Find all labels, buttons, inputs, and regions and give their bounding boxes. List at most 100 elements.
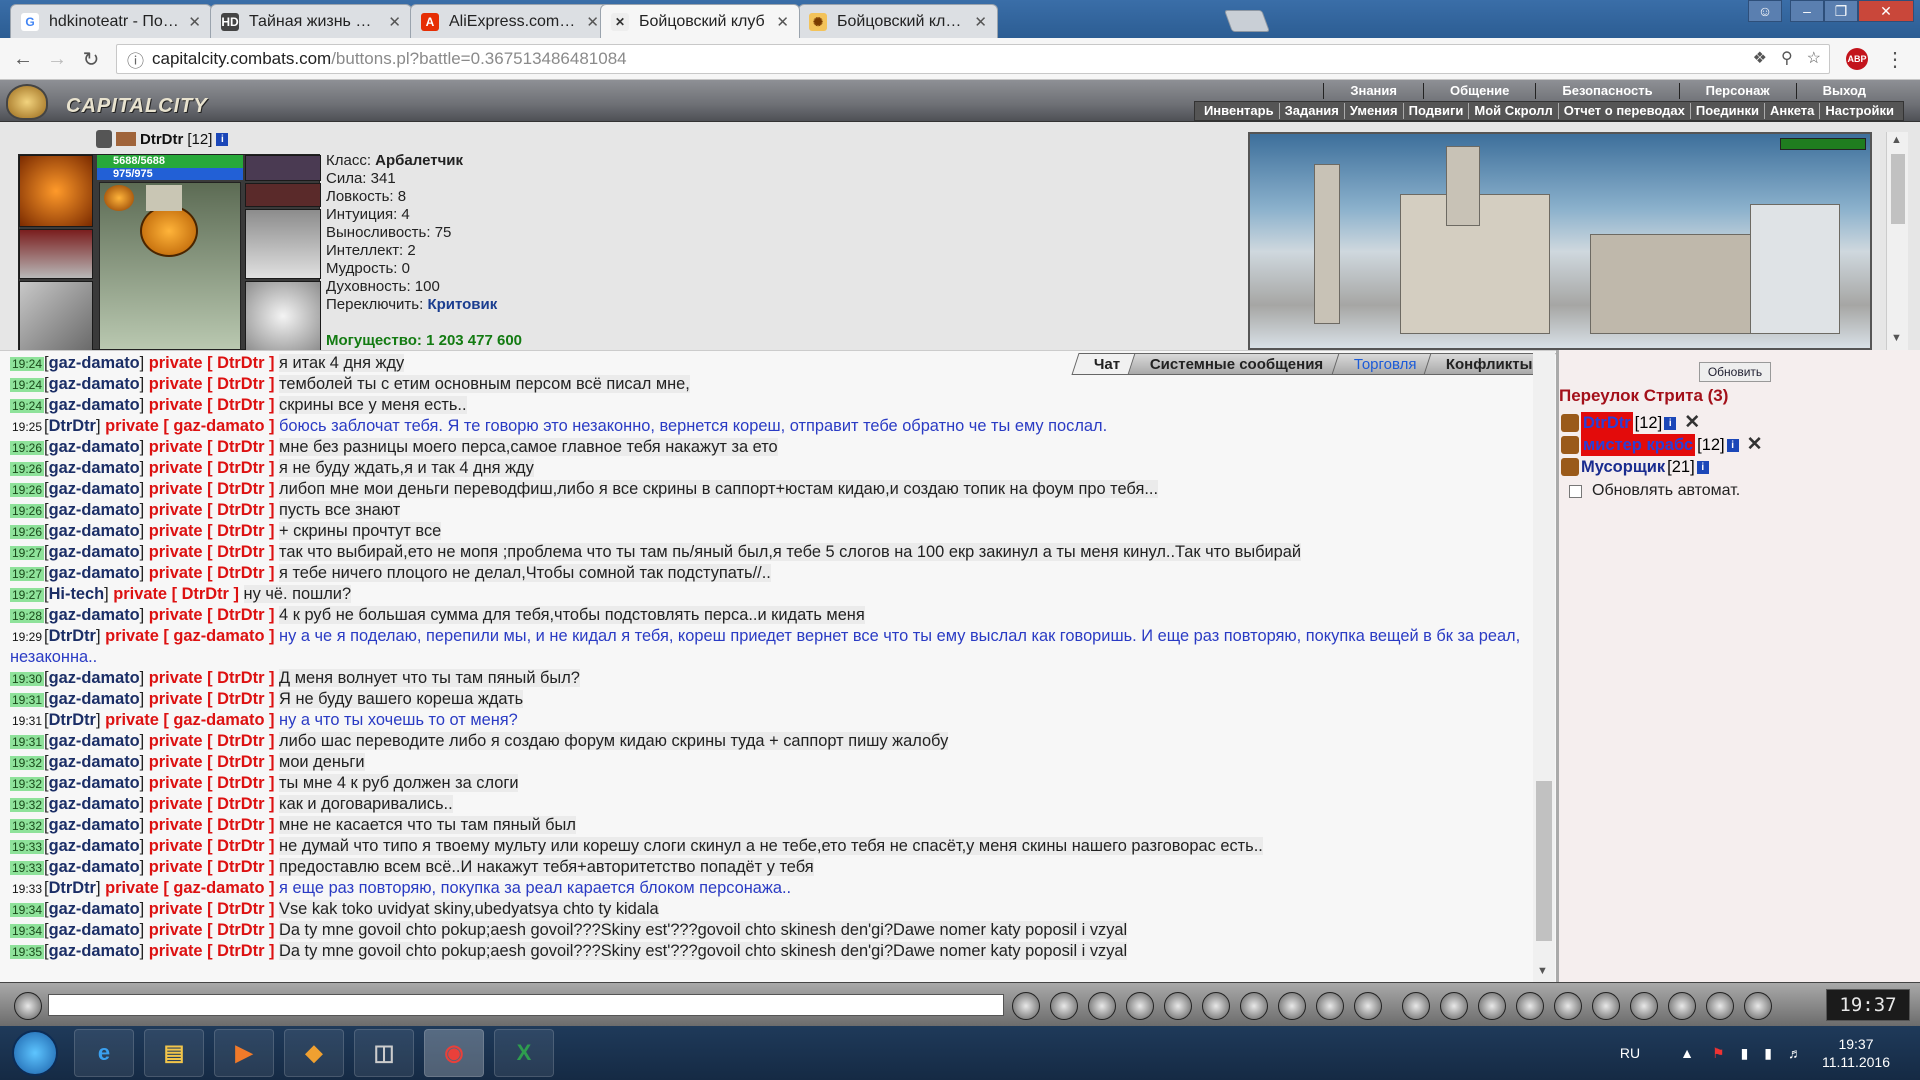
sender-name[interactable]: gaz-damato [49, 354, 140, 372]
sender-name[interactable]: gaz-damato [49, 900, 140, 918]
heal-icon[interactable] [1402, 992, 1430, 1020]
sound-icon[interactable] [1240, 992, 1268, 1020]
switch-build-link[interactable]: Критовик [427, 296, 497, 313]
sender-name[interactable]: gaz-damato [49, 564, 140, 582]
sender-name[interactable]: gaz-damato [49, 480, 140, 498]
tab-close-icon[interactable]: ✕ [776, 13, 789, 31]
recipient-name[interactable]: [ DtrDtr ] [203, 858, 280, 876]
recipient-name[interactable]: [ DtrDtr ] [203, 816, 280, 834]
trade-icon[interactable] [1088, 992, 1116, 1020]
recipient-name[interactable]: [ DtrDtr ] [203, 900, 280, 918]
submenu-item[interactable]: Поединки [1689, 103, 1764, 119]
network-icon[interactable]: ▮ [1764, 1045, 1772, 1062]
chat-input[interactable] [48, 994, 1004, 1016]
recipient-name[interactable]: [ DtrDtr ] [203, 354, 280, 372]
fight-icon[interactable] [1164, 992, 1192, 1020]
info-icon[interactable]: i [1696, 460, 1709, 474]
game-launcher-icon[interactable]: ◆ [284, 1029, 344, 1077]
submenu-item[interactable]: Подвиги [1402, 103, 1469, 119]
abilities-icon[interactable] [1202, 992, 1230, 1020]
sender-name[interactable]: gaz-damato [49, 543, 140, 561]
excel-icon[interactable]: X [494, 1029, 554, 1077]
chat-tab[interactable]: Системные сообщения [1127, 353, 1347, 375]
sender-name[interactable]: gaz-damato [49, 837, 140, 855]
tab-close-icon[interactable]: ✕ [388, 13, 401, 31]
menu-item[interactable]: Общение [1422, 83, 1535, 99]
submenu-item[interactable]: Умения [1343, 103, 1403, 119]
extension-icon[interactable]: ❖ [1753, 48, 1767, 68]
bottle-icon[interactable] [1440, 992, 1468, 1020]
submenu-item[interactable]: Мой Скролл [1468, 103, 1557, 119]
player-name[interactable]: мистер крабс [1581, 434, 1696, 456]
menu-item[interactable]: Выход [1795, 83, 1892, 99]
sender-name[interactable]: gaz-damato [49, 669, 140, 687]
browser-tab[interactable]: Ghdkinoteatr - Поиск в Google ✕ [10, 4, 212, 38]
submenu-item[interactable]: Анкета [1764, 103, 1819, 119]
close-icon[interactable]: ✕ [1684, 412, 1700, 434]
sender-name[interactable]: gaz-damato [49, 816, 140, 834]
chat-bubble-icon[interactable] [1706, 992, 1734, 1020]
recipient-name[interactable]: [ DtrDtr ] [203, 375, 280, 393]
recipient-name[interactable]: [ DtrDtr ] [203, 438, 280, 456]
bookmark-star-icon[interactable]: ☆ [1807, 48, 1821, 68]
sender-name[interactable]: DtrDtr [49, 879, 96, 897]
ball-icon[interactable] [1592, 992, 1620, 1020]
sender-name[interactable]: gaz-damato [49, 690, 140, 708]
adblock-icon[interactable]: ABP [1846, 48, 1868, 70]
sender-name[interactable]: gaz-damato [49, 606, 140, 624]
new-tab-button[interactable] [1223, 10, 1271, 32]
sender-name[interactable]: gaz-damato [49, 501, 140, 519]
bracers-slot[interactable] [19, 229, 93, 279]
close-window-button[interactable]: ✕ [1858, 0, 1914, 22]
mask-icon[interactable] [1316, 992, 1344, 1020]
sender-name[interactable]: gaz-damato [49, 459, 140, 477]
gloves-slot[interactable] [245, 209, 321, 279]
submenu-item[interactable]: Инвентарь [1199, 103, 1279, 119]
scroll-down-icon[interactable]: ▼ [1891, 332, 1902, 344]
submenu-item[interactable]: Настройки [1819, 103, 1899, 119]
language-indicator[interactable]: RU [1620, 1045, 1640, 1061]
settings-icon[interactable] [1554, 992, 1582, 1020]
menu-item[interactable]: Персонаж [1678, 83, 1796, 99]
submenu-item[interactable]: Отчет о переводах [1557, 103, 1690, 119]
menu-item[interactable]: Знания [1323, 83, 1423, 99]
sender-name[interactable]: gaz-damato [49, 522, 140, 540]
speakers-icon[interactable]: ◫ [354, 1029, 414, 1077]
recipient-name[interactable]: [ DtrDtr ] [203, 543, 280, 561]
ring-slot-2[interactable] [245, 183, 321, 207]
recipient-name[interactable]: [ DtrDtr ] [203, 732, 280, 750]
sender-name[interactable]: Hi-tech [49, 585, 105, 603]
send-icon[interactable] [1012, 992, 1040, 1020]
house-icon[interactable] [1630, 992, 1658, 1020]
tray-up-icon[interactable]: ▲ [1680, 1045, 1694, 1061]
sender-name[interactable]: gaz-damato [49, 858, 140, 876]
recipient-name[interactable]: [ gaz-damato ] [159, 417, 279, 435]
ring-slot-1[interactable] [245, 155, 321, 181]
refresh-button[interactable]: Обновить [1699, 362, 1771, 382]
minimize-button[interactable]: – [1790, 0, 1824, 22]
character-name[interactable]: DtrDtr [140, 131, 183, 148]
recipient-name[interactable]: [ DtrDtr ] [203, 606, 280, 624]
explorer-icon[interactable]: ▤ [144, 1029, 204, 1077]
page-scrollbar[interactable]: ▲ ▼ [1886, 132, 1908, 350]
forward-icon[interactable]: → [44, 46, 70, 72]
recipient-name[interactable]: [ DtrDtr ] [203, 501, 280, 519]
sender-name[interactable]: gaz-damato [49, 921, 140, 939]
recipient-name[interactable]: [ DtrDtr ] [203, 522, 280, 540]
chat-scrollbar[interactable]: ▼ [1533, 351, 1555, 983]
map-icon[interactable] [1516, 992, 1544, 1020]
helmet-slot[interactable] [19, 155, 93, 227]
chat-tab[interactable]: Торговля [1331, 353, 1440, 375]
sender-name[interactable]: gaz-damato [49, 375, 140, 393]
exit-icon[interactable] [1744, 992, 1772, 1020]
pin-icon[interactable]: ⚲ [1781, 48, 1793, 68]
recipient-name[interactable]: [ DtrDtr ] [203, 753, 280, 771]
recipient-name[interactable]: [ gaz-damato ] [159, 627, 279, 645]
scroll-up-icon[interactable]: ▲ [1891, 134, 1902, 146]
browser-tab[interactable]: A AliExpress.com:My AliExpress ✕ [410, 4, 610, 38]
menu-kebab-icon[interactable]: ⋮ [1882, 46, 1908, 72]
scroll-icon[interactable] [1050, 992, 1078, 1020]
quest-icon[interactable] [1354, 992, 1382, 1020]
close-icon[interactable]: ✕ [1747, 434, 1763, 456]
recipient-name[interactable]: [ DtrDtr ] [203, 795, 280, 813]
